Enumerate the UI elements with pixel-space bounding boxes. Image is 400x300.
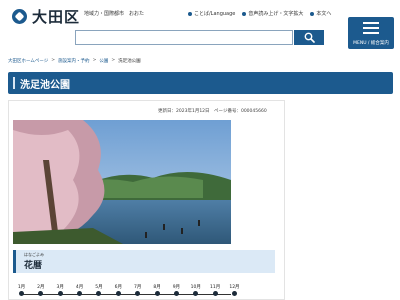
menu-button[interactable]: MENU / 総合案内 [348,17,394,49]
month-label: 5月 [95,285,103,290]
page-title-bar: 洗足池公園 [8,72,393,94]
section-heading-title: 花暦 [24,261,43,271]
breadcrumb: 大田区ホームページ > 施設案内・予約 > 公園 > 洗足池公園 [8,58,141,64]
search-input[interactable] [75,30,293,45]
site-header: 大田区 地域力・国際都市 おおた ことば/Language 音声読み上げ・文字拡… [0,0,400,50]
ward-emblem-icon [12,9,27,24]
utility-links: ことば/Language 音声読み上げ・文字拡大 本文へ [188,10,331,17]
month-label: 10月 [190,285,201,290]
month-marker [52,291,69,297]
flower-calendar: 1月 2月 3月 4月 5月 6月 7月 8月 9月 10月 11月 12月 [13,284,243,300]
month-marker [90,291,107,297]
month-marker [110,291,127,297]
breadcrumb-facilities[interactable]: 施設案内・予約 [58,58,90,64]
breadcrumb-separator: > [92,58,97,63]
month-label: 3月 [56,285,64,290]
month-marker [71,291,88,297]
month-labels: 1月 2月 3月 4月 5月 6月 7月 8月 9月 10月 11月 12月 [13,284,243,290]
month-label: 12月 [229,285,240,290]
breadcrumb-parks[interactable]: 公園 [99,58,108,64]
pond-photo-image [13,120,231,244]
breadcrumb-separator: > [51,58,56,63]
language-link-label: ことば/Language [194,11,236,17]
month-marker [168,291,185,297]
bullet-icon [242,11,247,16]
month-marker [207,291,224,297]
site-logo[interactable]: 大田区 [12,6,80,27]
month-marker [13,291,30,297]
month-label: 8月 [153,285,161,290]
month-label: 6月 [114,285,122,290]
bullet-icon [188,11,192,16]
month-label: 1月 [17,285,26,290]
accessibility-link-label: 音声読み上げ・文字拡大 [248,11,304,17]
month-label: 7月 [133,285,142,290]
page-meta: 更新日：2023年1月12日 ページ番号：000045660 [158,109,267,114]
page-title: 洗足池公園 [20,80,70,91]
bullet-icon [310,11,315,16]
park-photo [13,120,231,244]
skip-to-content-link[interactable]: 本文へ [310,10,331,17]
month-marker [187,291,204,297]
page-frame: 大田区 地域力・国際都市 おおた ことば/Language 音声読み上げ・文字拡… [0,0,400,300]
search-button[interactable] [294,30,324,45]
title-accent [13,77,15,89]
breadcrumb-separator: > [111,58,116,63]
hamburger-icon [363,22,379,37]
month-label: 4月 [75,285,84,290]
month-label: 11月 [209,285,221,290]
skip-to-content-label: 本文へ [316,11,332,17]
timeline-markers [13,291,243,297]
section-heading: はなごよみ 花暦 [13,250,275,273]
search-icon [304,32,315,43]
breadcrumb-home[interactable]: 大田区ホームページ [8,58,48,64]
month-marker [129,291,146,297]
site-name: 大田区 [32,8,81,26]
language-link[interactable]: ことば/Language [188,10,235,17]
month-marker [226,291,243,297]
menu-label: MENU / 総合案内 [353,41,389,46]
site-tagline: 地域力・国際都市 おおた [84,11,145,17]
accessibility-link[interactable]: 音声読み上げ・文字拡大 [242,10,303,17]
breadcrumb-current: 洗足池公園 [118,59,141,64]
month-marker [149,291,166,297]
month-label: 9月 [172,285,181,290]
month-marker [32,291,49,297]
month-label: 2月 [37,285,45,290]
